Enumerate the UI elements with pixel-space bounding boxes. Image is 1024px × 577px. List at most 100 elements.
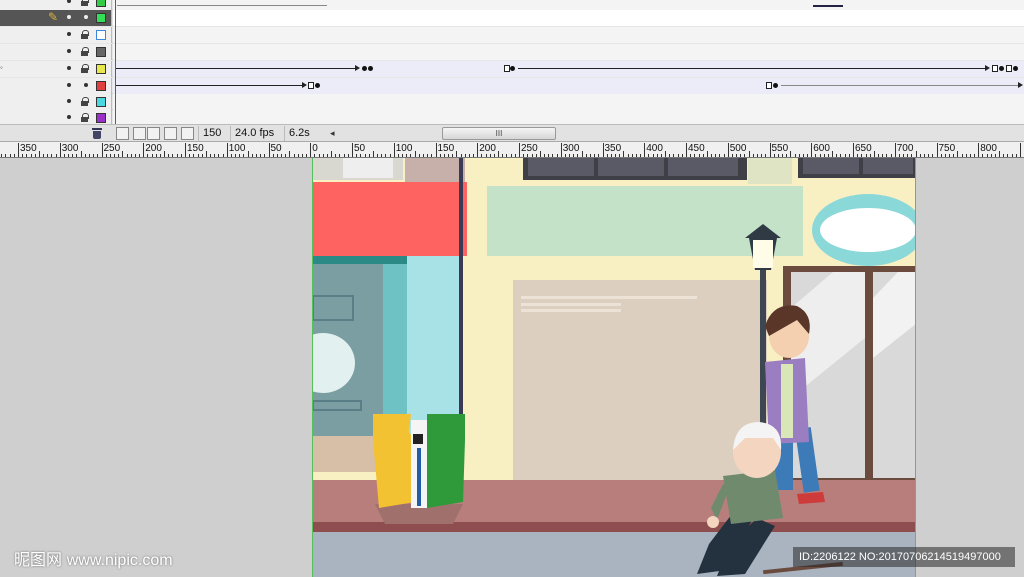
layer-frames[interactable]	[113, 10, 1024, 26]
lock-dot-icon[interactable]	[84, 15, 88, 19]
ruler-tick	[665, 151, 667, 157]
layer-outline-color-swatch[interactable]	[96, 0, 106, 7]
layer-frames[interactable]	[113, 0, 1024, 10]
ruler-tick	[736, 154, 738, 157]
ruler-tick	[940, 154, 942, 157]
timeline-horizontal-scrollbar[interactable]: III	[442, 127, 556, 140]
layer-frames[interactable]	[113, 78, 1024, 94]
ruler-tick	[130, 154, 132, 157]
ruler-tick-label: 150	[187, 143, 204, 154]
layer-marker: ◦	[0, 63, 3, 72]
keyframe-icon[interactable]	[1006, 65, 1012, 72]
keyframe-icon[interactable]	[510, 66, 515, 71]
stage-canvas[interactable]	[312, 158, 916, 577]
visibility-dot-icon[interactable]	[67, 99, 71, 103]
layer-outline-color-swatch[interactable]	[96, 13, 106, 23]
scroll-left-arrow-icon[interactable]: ◂	[330, 128, 335, 139]
visibility-dot-icon[interactable]	[67, 115, 71, 119]
ruler-tick	[819, 154, 821, 157]
ruler-tick	[827, 154, 829, 157]
ruler-tick	[439, 154, 441, 157]
ruler-tick	[957, 151, 959, 157]
lock-icon[interactable]	[81, 30, 89, 39]
timeline-layer-row-selected[interactable]: ✎	[0, 10, 1024, 26]
timeline-layer-row[interactable]	[0, 78, 1024, 94]
keyframe-icon[interactable]	[773, 83, 778, 88]
layer-outline-color-swatch[interactable]	[96, 113, 106, 123]
ruler-tick-label: 400	[646, 143, 663, 154]
ruler-tick	[322, 154, 324, 157]
ruler-tick	[159, 154, 161, 157]
visibility-dot-icon[interactable]	[67, 15, 71, 19]
ruler-tick	[765, 154, 767, 157]
ruler-tick	[489, 154, 491, 157]
keyframe-icon[interactable]	[315, 83, 320, 88]
ruler-tick	[43, 154, 45, 157]
layer-frames[interactable]	[113, 94, 1024, 110]
keyframe-icon[interactable]	[999, 66, 1004, 71]
ruler-tick	[176, 154, 178, 157]
visibility-dot-icon[interactable]	[67, 32, 71, 36]
ruler-tick	[944, 154, 946, 157]
keyframe-icon[interactable]	[1013, 66, 1018, 71]
layer-outline-color-swatch[interactable]	[96, 81, 106, 91]
ruler-tick	[485, 154, 487, 157]
visibility-dot-icon[interactable]	[67, 49, 71, 53]
current-frame-field[interactable]: 150	[198, 126, 225, 141]
ruler-tick	[377, 154, 379, 157]
layer-frames[interactable]	[113, 61, 1024, 77]
ruler-tick	[782, 154, 784, 157]
timeline-layer-row[interactable]	[0, 94, 1024, 110]
watermark-logo: 昵图网 www.nipic.com	[14, 546, 173, 570]
ruler-tick	[535, 154, 537, 157]
lock-icon[interactable]	[81, 47, 89, 56]
visibility-dot-icon[interactable]	[67, 83, 71, 87]
layer-frames[interactable]	[113, 44, 1024, 60]
ruler-tick	[623, 151, 625, 157]
keyframe-icon[interactable]	[992, 65, 998, 72]
edit-multiple-frames-icon[interactable]	[164, 127, 177, 140]
layer-outline-color-swatch[interactable]	[96, 97, 106, 107]
onion-skin-icon[interactable]	[133, 127, 146, 140]
ruler-tick	[969, 154, 971, 157]
layer-outline-color-swatch[interactable]	[96, 47, 106, 57]
keyframe-icon[interactable]	[766, 82, 772, 89]
visibility-dot-icon[interactable]	[67, 66, 71, 70]
lock-icon[interactable]	[81, 113, 89, 122]
ruler-tick	[573, 154, 575, 157]
ruler-tick-label: 200	[479, 143, 496, 154]
keyframe-icon[interactable]	[308, 82, 314, 89]
timeline-layer-row[interactable]: ◦	[0, 61, 1024, 77]
keyframe-icon[interactable]	[362, 66, 367, 71]
modify-onion-markers-icon[interactable]	[181, 127, 194, 140]
ruler-tick	[285, 154, 287, 157]
ruler-tick-label: 50	[270, 143, 282, 154]
ruler-tick	[548, 154, 550, 157]
trash-icon[interactable]	[92, 128, 102, 139]
ruler-tick	[1, 154, 3, 157]
ruler-tick	[293, 154, 295, 157]
layer-frames[interactable]	[113, 27, 1024, 43]
ruler-tick	[493, 154, 495, 157]
ruler-tick	[68, 154, 70, 157]
onion-skin-outlines-icon[interactable]	[147, 127, 160, 140]
lock-icon[interactable]	[81, 0, 89, 6]
keyframe-icon[interactable]	[368, 66, 373, 71]
ruler-tick	[669, 154, 671, 157]
lock-icon[interactable]	[81, 64, 89, 73]
lock-icon[interactable]	[81, 97, 89, 106]
ruler-tick	[1015, 154, 1017, 157]
layer-outline-color-swatch[interactable]	[96, 64, 106, 74]
visibility-dot-icon[interactable]	[67, 0, 71, 3]
lock-dot-icon[interactable]	[84, 83, 88, 87]
center-frame-icon[interactable]	[116, 127, 129, 140]
ruler-tick-label: 250	[103, 143, 121, 154]
ruler-tick	[448, 154, 450, 157]
playhead-marker[interactable]	[115, 0, 116, 124]
frame-rate-field[interactable]: 24.0 fps	[230, 126, 278, 141]
timeline-layer-row[interactable]	[0, 44, 1024, 60]
timeline-layer-row[interactable]	[0, 0, 1024, 10]
layer-outline-color-swatch[interactable]	[96, 30, 106, 40]
timeline-layer-row[interactable]	[0, 27, 1024, 43]
ruler-tick-label: 250	[521, 143, 538, 154]
